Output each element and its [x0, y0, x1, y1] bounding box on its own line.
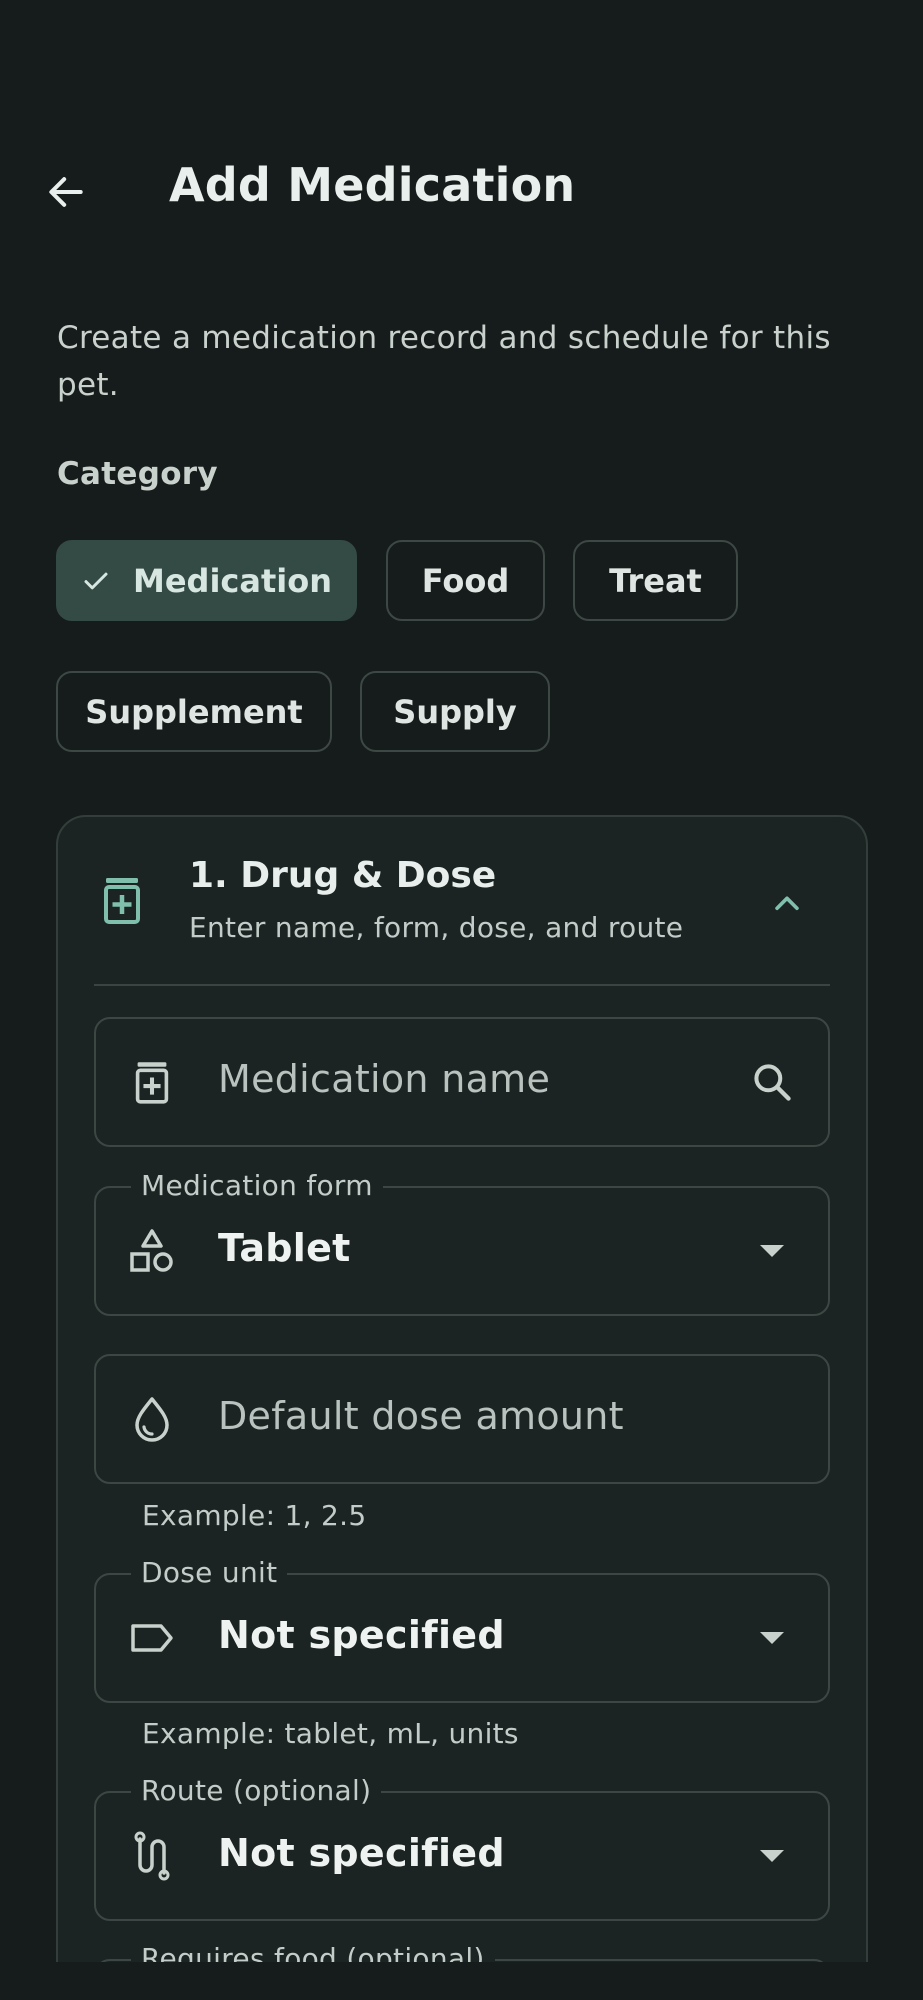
- medication-bottle-icon: [102, 876, 142, 928]
- label-tag-icon: [126, 1612, 178, 1664]
- medication-form-select[interactable]: Medication form Tablet: [94, 1168, 830, 1316]
- chip-treat[interactable]: Treat: [573, 540, 738, 621]
- check-icon: [81, 566, 111, 596]
- chip-label: Food: [421, 561, 510, 600]
- chip-label: Supplement: [85, 692, 303, 731]
- medication-bottle-icon: [126, 1056, 178, 1108]
- collapse-button[interactable]: [752, 869, 822, 939]
- medication-form-label: Medication form: [131, 1168, 383, 1204]
- section-divider: [94, 984, 830, 986]
- screen: Add Medication Create a medication recor…: [0, 0, 923, 2000]
- default-dose-placeholder: Default dose amount: [218, 1394, 624, 1438]
- chip-medication[interactable]: Medication: [56, 540, 357, 621]
- section-title: 1. Drug & Dose: [189, 855, 497, 896]
- dose-unit-value: Not specified: [218, 1613, 505, 1657]
- medication-form-value: Tablet: [218, 1226, 351, 1270]
- search-icon[interactable]: [746, 1056, 798, 1108]
- dose-unit-select[interactable]: Dose unit Not specified: [94, 1555, 830, 1703]
- medication-name-placeholder: Medication name: [218, 1057, 551, 1101]
- bottom-edge: [0, 1962, 923, 2000]
- section-header[interactable]: 1. Drug & Dose Enter name, form, dose, a…: [58, 817, 866, 987]
- section-subtitle: Enter name, form, dose, and route: [189, 911, 684, 944]
- medication-name-field[interactable]: Medication name: [94, 1017, 830, 1147]
- page-title: Add Medication: [169, 158, 576, 212]
- back-button[interactable]: [30, 156, 102, 228]
- chip-supplement[interactable]: Supplement: [56, 671, 332, 752]
- chevron-up-icon: [775, 896, 799, 911]
- dropdown-arrow-icon: [746, 1830, 798, 1882]
- drug-dose-card: 1. Drug & Dose Enter name, form, dose, a…: [56, 815, 868, 2000]
- route-value: Not specified: [218, 1831, 505, 1875]
- chip-food[interactable]: Food: [386, 540, 545, 621]
- chip-label: Supply: [393, 692, 517, 731]
- intro-text: Create a medication record and schedule …: [57, 320, 831, 403]
- dose-unit-label: Dose unit: [131, 1555, 288, 1591]
- arrow-left-icon: [49, 177, 83, 207]
- route-icon: [126, 1830, 178, 1882]
- dropdown-arrow-icon: [746, 1225, 798, 1277]
- dose-helper-text: Example: 1, 2.5: [142, 1499, 367, 1532]
- chip-label: Treat: [609, 561, 702, 600]
- default-dose-field[interactable]: Default dose amount: [94, 1354, 830, 1484]
- top-app-bar: Add Medication: [0, 120, 923, 250]
- shapes-icon: [126, 1225, 178, 1277]
- route-select[interactable]: Route (optional) Not specified: [94, 1773, 830, 1921]
- chip-supply[interactable]: Supply: [360, 671, 550, 752]
- chip-label: Medication: [132, 561, 332, 600]
- dropdown-arrow-icon: [746, 1612, 798, 1664]
- drop-icon: [126, 1393, 178, 1445]
- category-label: Category: [57, 456, 218, 492]
- route-label: Route (optional): [131, 1773, 382, 1809]
- dose-unit-helper-text: Example: tablet, mL, units: [142, 1717, 519, 1750]
